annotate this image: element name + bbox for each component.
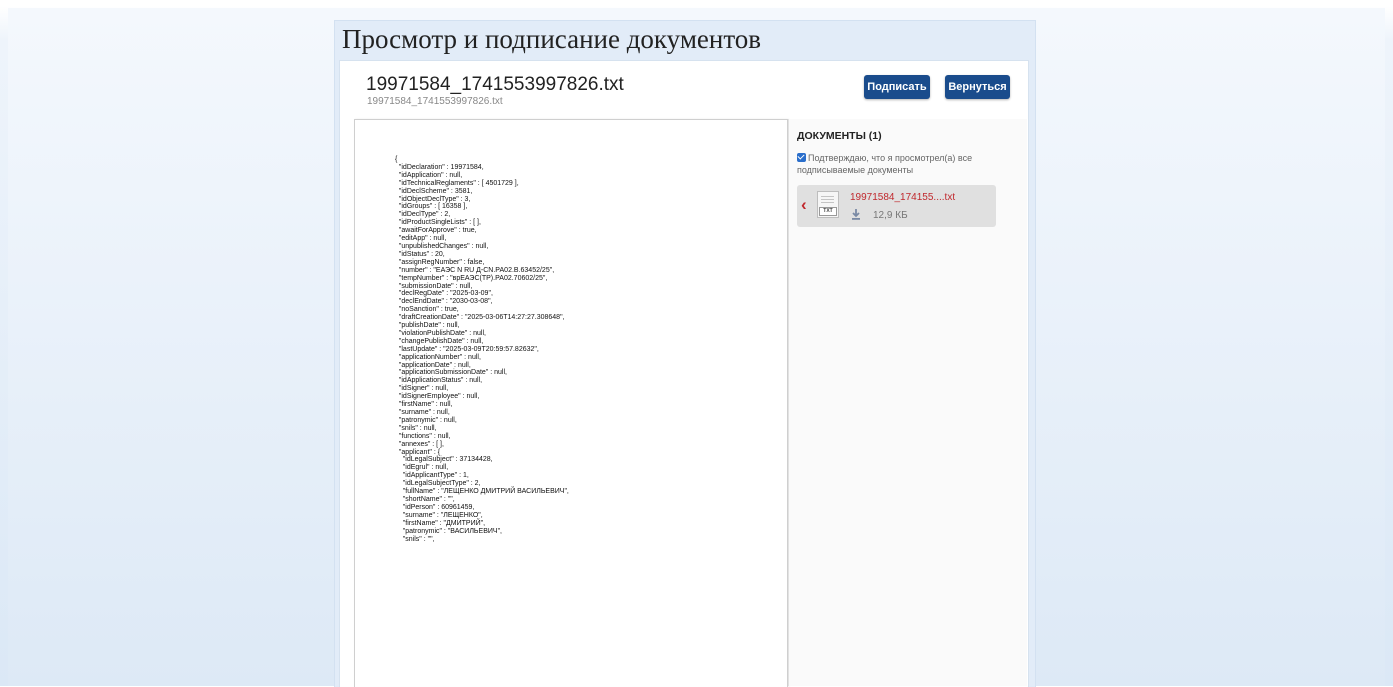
document-content-line: "idTechnicalReglaments" : [ 4501729 ], (398, 179, 519, 187)
document-content-line: "functions" : null, (398, 432, 451, 440)
document-content-line: "changePublishDate" : null, (398, 337, 484, 345)
document-content-line: "lastUpdate" : "2025-03-09T20:59:57.8263… (398, 345, 539, 353)
document-viewer[interactable]: { "idDeclaration" : 19971584, "idApplica… (354, 119, 788, 687)
document-content-line: "fullName" : "ЛЕЩЕНКО ДМИТРИЙ ВАСИЛЬЕВИЧ… (402, 488, 569, 496)
document-content-line: "declEndDate" : "2030-03-08", (398, 298, 493, 306)
document-content-line: "submissionDate" : null, (398, 282, 473, 290)
document-content-line: "surname" : null, (398, 409, 450, 416)
document-content-line: "applicationNumber" : null, (398, 353, 481, 361)
txt-file-icon: TXT (817, 191, 839, 218)
document-content-line: "idDeclType" : 2, (398, 211, 451, 219)
document-content-line: "idEgrul" : null, (402, 464, 449, 472)
document-content-line: "idObjectDeclType" : 3, (398, 195, 471, 203)
confirm-viewed-label: Подтверждаю, что я просмотрел(а) все под… (797, 153, 973, 175)
document-content-line: "applicationDate" : null, (398, 361, 471, 369)
document-content-line: "idSigner" : null, (398, 385, 449, 393)
document-content-line: "idStatus" : 20, (398, 250, 445, 258)
document-content-line: "tempNumber" : "врЕАЭС(ТР).РА02.70602/25… (398, 274, 548, 282)
document-content-line: { (395, 156, 398, 163)
document-content-line: "firstName" : "ДМИТРИЙ", (402, 519, 486, 527)
document-content-line: "idGroups" : [ 16358 ], (398, 203, 468, 211)
document-content-line: "number" : "ЕАЭС N RU Д-CN.РА02.В.63452/… (398, 266, 555, 274)
document-content-line: "snils" : null, (398, 424, 437, 432)
document-content-line: "assignRegNumber" : false, (398, 258, 485, 266)
page-title: Просмотр и подписание документов (342, 24, 762, 54)
document-content-line: "declRegDate" : "2025-03-09", (398, 290, 493, 298)
document-content-line: "editApp" : null, (398, 235, 447, 243)
document-content-line: "applicationSubmissionDate" : null, (398, 369, 507, 377)
back-button[interactable]: Вернуться (945, 75, 1010, 99)
document-content-line: "violationPublishDate" : null, (398, 329, 486, 337)
download-icon[interactable] (851, 209, 861, 220)
document-content-line: "applicant" : { (398, 448, 441, 456)
file-size: 12,9 КБ (873, 210, 908, 221)
document-content-line: "idApplicantType" : 1, (402, 472, 469, 480)
document-content-line: "annexes" : [ ], (398, 440, 444, 448)
document-content-line: "idDeclScheme" : 3581, (398, 187, 473, 195)
document-content-line: "idApplication" : null, (398, 171, 463, 179)
document-content-line: "patronymic" : null, (398, 416, 457, 424)
sign-button[interactable]: Подписать (864, 75, 930, 99)
document-content-line: "draftCreationDate" : "2025-03-06T14:27:… (398, 314, 565, 322)
document-content-line: "idPerson" : 60961459, (402, 503, 475, 511)
confirm-viewed-checkbox[interactable]: Подтверждаю, что я просмотрел(а) все под… (797, 152, 997, 176)
document-content-line: "idLegalSubject" : 37134428, (402, 456, 493, 464)
document-content-line: "snils" : "", (402, 535, 435, 543)
document-content-line: "idLegalSubjectType" : 2, (402, 480, 481, 488)
document-content-line: "firstName" : null, (398, 401, 453, 409)
document-content-line: "idApplicationStatus" : null, (398, 377, 483, 385)
file-list-item[interactable]: ‹ TXT 19971584_174155....txt 12,9 КБ (797, 185, 996, 227)
document-content-line: "publishDate" : null, (398, 322, 460, 330)
document-subtitle: 19971584_1741553997826.txt (367, 96, 503, 107)
document-content-line: "idSignerEmployee" : null, (398, 393, 480, 401)
document-content-line: "shortName" : "", (402, 495, 455, 503)
document-content-line: "surname" : "ЛЕЩЕНКО", (402, 511, 483, 519)
document-content-line: "noSanction" : true, (398, 306, 459, 314)
document-title: 19971584_1741553997826.txt (366, 74, 624, 95)
chevron-left-icon[interactable]: ‹ (801, 196, 807, 214)
checkbox-checked-icon[interactable] (797, 153, 806, 162)
document-content-line: "awaitForApprove" : true, (398, 227, 477, 235)
file-name-link[interactable]: 19971584_174155....txt (850, 192, 955, 203)
document-content-line: "unpublishedChanges" : null, (398, 242, 489, 250)
document-content: { "idDeclaration" : 19971584, "idApplica… (395, 156, 569, 543)
document-content-line: "idDeclaration" : 19971584, (398, 163, 484, 171)
document-content-line: "patronymic" : "ВАСИЛЬЕВИЧ", (402, 527, 502, 535)
documents-header: ДОКУМЕНТЫ (1) (797, 130, 882, 142)
document-content-line: "idProductSingleLists" : [ ], (398, 219, 481, 227)
file-type-tag: TXT (819, 207, 837, 216)
